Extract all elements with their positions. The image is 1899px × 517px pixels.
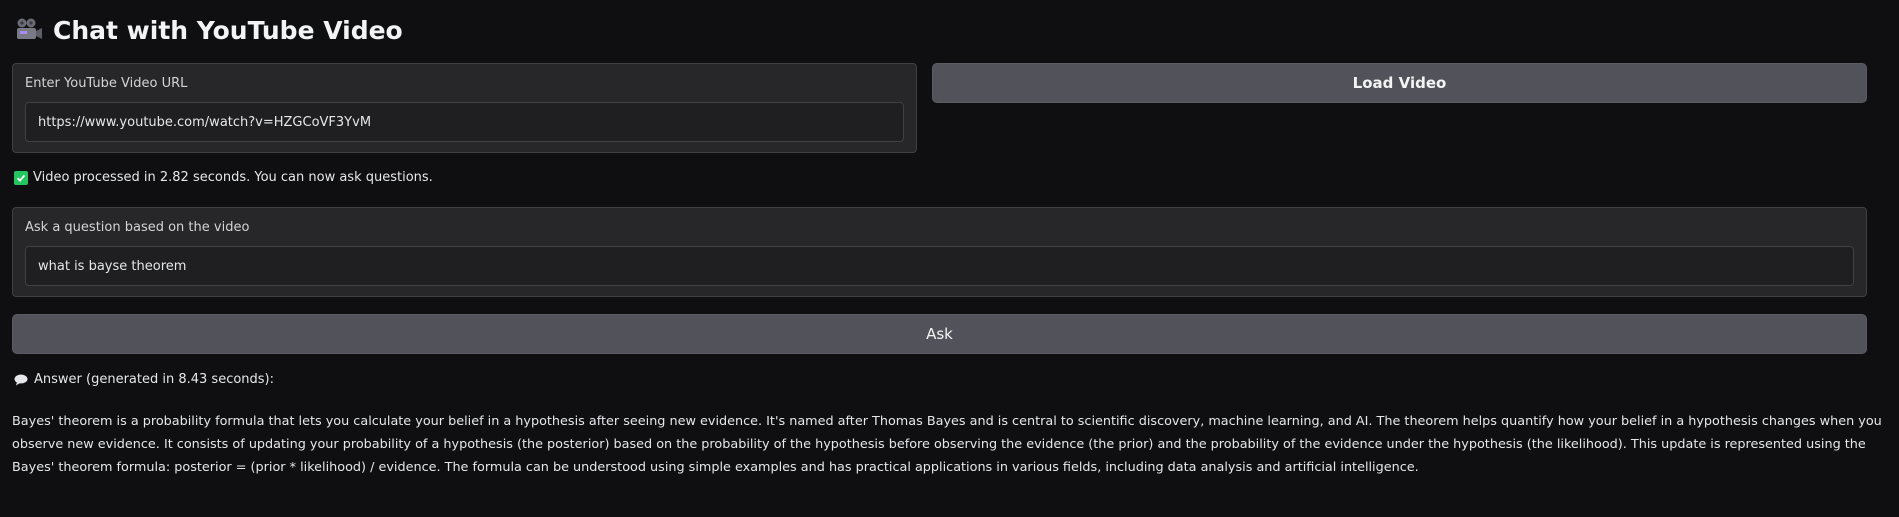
url-input-panel: Enter YouTube Video URL [12, 63, 917, 153]
url-input-label: Enter YouTube Video URL [25, 76, 188, 91]
question-input-panel: Ask a question based on the video [12, 207, 1867, 297]
movie-camera-icon [15, 17, 43, 43]
question-input[interactable] [25, 246, 1854, 286]
ask-button-label: Ask [926, 325, 953, 343]
question-input-label: Ask a question based on the video [25, 220, 250, 235]
status-message: Video processed in 2.82 seconds. You can… [14, 170, 433, 185]
app-title: Chat with YouTube Video [53, 15, 403, 45]
load-video-button[interactable]: Load Video [932, 63, 1867, 103]
load-video-button-label: Load Video [1352, 74, 1447, 92]
page-title: Chat with YouTube Video [15, 12, 403, 48]
url-input[interactable] [25, 102, 904, 142]
check-mark-icon [14, 170, 28, 185]
status-text: Video processed in 2.82 seconds. You can… [33, 170, 433, 185]
ask-button[interactable]: Ask [12, 314, 1867, 354]
answer-header: Answer (generated in 8.43 seconds): [14, 372, 274, 387]
answer-text: Bayes' theorem is a probability formula … [12, 414, 1882, 475]
speech-bubble-icon [14, 374, 28, 386]
answer-header-text: Answer (generated in 8.43 seconds): [34, 372, 275, 387]
